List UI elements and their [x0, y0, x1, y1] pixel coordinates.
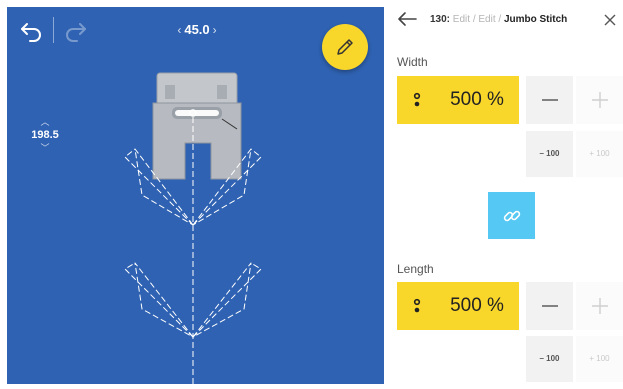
width-increment-100-button[interactable]: + 100 — [576, 131, 623, 177]
breadcrumb-separator: / — [472, 14, 476, 25]
width-decrement-button[interactable] — [526, 76, 573, 124]
arrow-left-icon[interactable] — [396, 11, 418, 27]
adjust-dots-icon — [413, 298, 421, 313]
plus-icon — [592, 92, 608, 108]
breadcrumb: 130: Edit / Edit / Jumbo Stitch — [430, 12, 567, 28]
length-value: 500 % — [450, 295, 504, 316]
breadcrumb-item[interactable]: Edit — [478, 14, 495, 25]
width-value: 500 % — [450, 89, 504, 110]
adjust-dots-icon — [413, 92, 421, 107]
length-value-box[interactable]: 500 % — [397, 282, 519, 330]
width-value-box[interactable]: 500 % — [397, 76, 519, 124]
plus-icon — [592, 298, 608, 314]
length-decrement-button[interactable] — [526, 282, 573, 330]
edit-panel: 130: Edit / Edit / Jumbo Stitch Width 50… — [384, 0, 623, 389]
length-decrement-100-button[interactable]: – 100 — [526, 336, 573, 382]
width-label: Width — [397, 55, 428, 69]
length-increment-100-button[interactable]: + 100 — [576, 336, 623, 382]
link-icon — [503, 210, 521, 222]
width-increment-button[interactable] — [576, 76, 623, 124]
breadcrumb-separator: / — [498, 14, 502, 25]
minus-icon — [542, 305, 558, 307]
close-icon[interactable] — [604, 14, 616, 26]
breadcrumb-item[interactable]: Edit — [453, 14, 470, 25]
presser-foot — [152, 72, 242, 180]
panel-header: 130: Edit / Edit / Jumbo Stitch — [384, 0, 623, 40]
link-toggle-button[interactable] — [488, 192, 535, 239]
minus-icon — [542, 99, 558, 101]
width-decrement-100-button[interactable]: – 100 — [526, 131, 573, 177]
breadcrumb-current: Jumbo Stitch — [503, 14, 568, 25]
stitch-preview — [124, 72, 262, 384]
length-increment-button[interactable] — [576, 282, 623, 330]
stitch-number: 130: — [430, 14, 451, 25]
length-label: Length — [397, 262, 434, 276]
stitch-canvas[interactable]: ‹ 45.0 › ︿ 198.5 ﹀ — [7, 7, 384, 384]
